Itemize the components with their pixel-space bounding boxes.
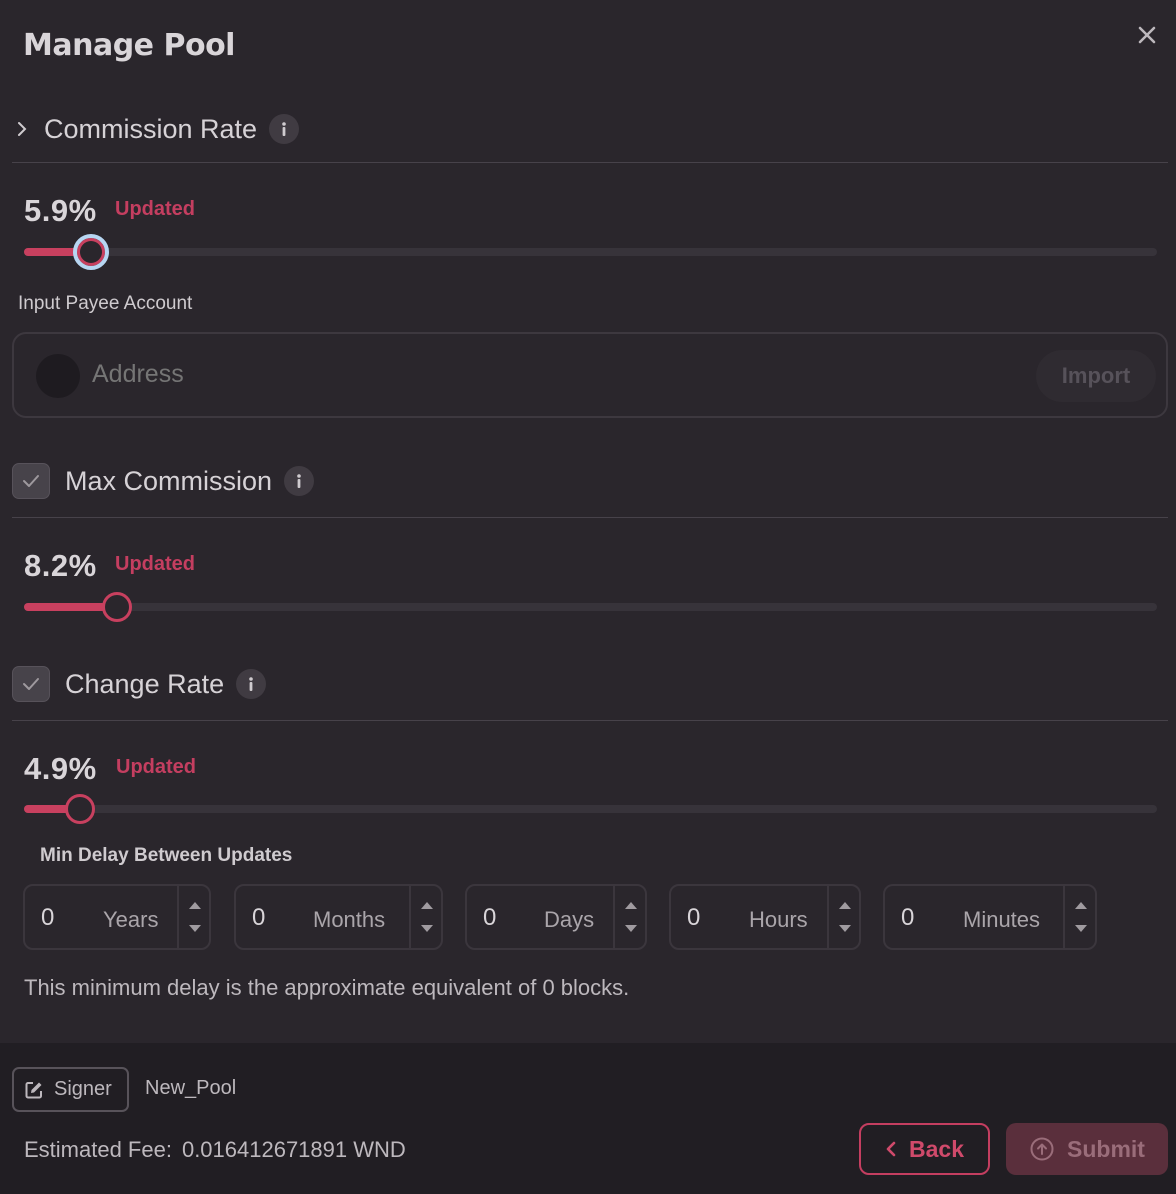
months-stepper[interactable] [409,886,443,948]
hours-input[interactable]: 0 Hours [669,884,861,950]
commission-rate-value: 5.9% [24,193,97,228]
chevron-right-icon[interactable] [12,119,32,139]
page-title: Manage Pool [23,28,235,63]
max-commission-status: Updated [115,553,195,575]
chevron-left-icon [886,1141,896,1157]
commission-rate-slider[interactable] [24,234,1157,270]
increment-icon[interactable] [625,902,637,909]
increment-icon[interactable] [189,902,201,909]
increment-icon[interactable] [839,902,851,909]
hours-unit: Hours [749,907,808,932]
days-stepper[interactable] [613,886,647,948]
max-commission-title: Max Commission [65,465,273,496]
years-value: 0 [41,904,55,931]
days-value: 0 [483,904,497,931]
commission-rate-title: Commission Rate [44,113,258,144]
increment-icon[interactable] [1075,902,1087,909]
footer: Signer New_Pool Estimated Fee: 0.01641267… [0,1043,1176,1194]
signer-name: New_Pool [145,1077,237,1099]
minutes-value: 0 [901,904,915,931]
max-commission-slider[interactable] [24,592,1157,622]
change-rate-title: Change Rate [65,668,225,699]
info-icon[interactable] [269,114,300,144]
days-unit: Days [544,907,595,932]
delay-note: This minimum delay is the approximate eq… [24,975,630,1000]
years-unit: Years [103,907,159,932]
decrement-icon[interactable] [421,925,433,932]
edit-icon [25,1081,42,1098]
months-input[interactable]: 0 Months [234,884,443,950]
increment-icon[interactable] [421,902,433,909]
change-rate-value: 4.9% [24,751,97,786]
years-stepper[interactable] [177,886,211,948]
address-input[interactable] [92,360,592,389]
minutes-input[interactable]: 0 Minutes [883,884,1097,950]
divider [12,720,1168,721]
decrement-icon[interactable] [189,925,201,932]
change-rate-slider[interactable] [24,794,1157,824]
close-icon[interactable] [1134,22,1160,48]
upload-icon [1030,1137,1054,1161]
hours-value: 0 [687,904,701,931]
slider-thumb[interactable] [72,234,109,270]
decrement-icon[interactable] [625,925,637,932]
max-commission-value: 8.2% [24,548,97,583]
years-input[interactable]: 0 Years [23,884,211,950]
submit-label: Submit [1067,1135,1145,1162]
import-button[interactable]: Import [1036,350,1156,402]
commission-rate-header[interactable]: Commission Rate [12,109,1168,149]
commission-rate-status: Updated [115,198,195,220]
months-unit: Months [313,907,386,932]
days-input[interactable]: 0 Days [465,884,647,950]
hours-stepper[interactable] [827,886,861,948]
fee-label: Estimated Fee: [24,1137,172,1162]
signer-label: Signer [54,1078,112,1100]
max-commission-header: Max Commission [12,461,1168,501]
decrement-icon[interactable] [1075,925,1087,932]
divider [12,517,1168,518]
minutes-stepper[interactable] [1063,886,1097,948]
change-rate-status: Updated [116,756,196,778]
avatar [36,354,80,398]
min-delay-label: Min Delay Between Updates [40,845,293,866]
change-rate-checkbox[interactable] [12,666,50,702]
submit-button[interactable]: Submit [1006,1123,1168,1175]
payee-label: Input Payee Account [18,293,193,314]
info-icon[interactable] [284,466,315,496]
estimated-fee: Estimated Fee: 0.016412671891 WND [24,1137,406,1163]
months-value: 0 [252,904,266,931]
payee-address-field: Import [12,332,1168,418]
minutes-unit: Minutes [963,907,1041,932]
decrement-icon[interactable] [839,925,851,932]
change-rate-header: Change Rate [12,664,1168,704]
signer-button[interactable]: Signer [12,1067,129,1112]
back-label: Back [909,1135,964,1162]
divider [12,162,1168,163]
slider-thumb[interactable] [101,592,132,622]
max-commission-checkbox[interactable] [12,463,50,499]
info-icon[interactable] [236,669,267,699]
fee-value: 0.016412671891 WND [181,1137,406,1162]
back-button[interactable]: Back [859,1123,990,1175]
slider-thumb[interactable] [64,794,95,824]
